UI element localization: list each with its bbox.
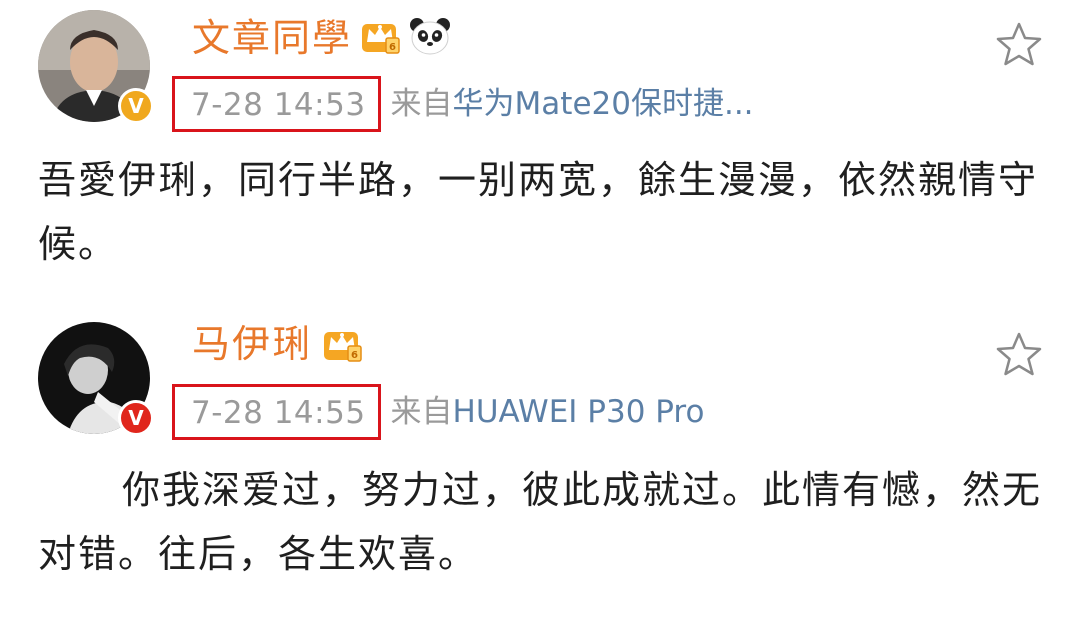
- crown-vip-icon[interactable]: 6: [322, 324, 362, 364]
- weibo-feed: V 文章同學 6 7-28 14:53 来自 华为Mate20保时捷... 吾愛…: [0, 0, 1080, 624]
- post-timestamp[interactable]: 7-28 14:55: [172, 384, 381, 440]
- avatar[interactable]: V: [38, 10, 154, 124]
- verified-badge-icon: V: [118, 400, 154, 436]
- verified-badge-icon: V: [118, 88, 154, 124]
- star-favorite-icon[interactable]: [994, 330, 1044, 380]
- source-device-link[interactable]: 华为Mate20保时捷...: [453, 84, 754, 124]
- user-badges: 6: [360, 16, 452, 56]
- post-meta: 7-28 14:55 来自 HUAWEI P30 Pro: [172, 384, 704, 440]
- post-content: 吾愛伊琍，同行半路，一别两宽，餘生漫漫，依然親情守候。: [38, 158, 1039, 266]
- crown-vip-icon[interactable]: 6: [360, 16, 400, 56]
- svg-text:6: 6: [351, 350, 358, 361]
- post-meta: 7-28 14:53 来自 华为Mate20保时捷...: [172, 76, 754, 132]
- username[interactable]: 文章同學: [192, 16, 352, 60]
- post-item: V 文章同學 6 7-28 14:53 来自 华为Mate20保时捷... 吾愛…: [0, 0, 1080, 300]
- avatar[interactable]: V: [38, 322, 154, 436]
- svg-text:6: 6: [389, 42, 396, 53]
- star-favorite-icon[interactable]: [994, 20, 1044, 70]
- panda-icon[interactable]: [408, 16, 452, 56]
- post-content: 你我深爱过，努力过，彼此成就过。此情有憾，然无对错。往后，各生欢喜。: [38, 468, 1043, 576]
- post-timestamp[interactable]: 7-28 14:53: [172, 76, 381, 132]
- source-prefix: 来自: [390, 394, 453, 430]
- post-item: V 马伊琍 6 7-28 14:55 来自 HUAWEI P30 Pro 你我深…: [0, 310, 1080, 624]
- user-badges: 6: [322, 324, 362, 364]
- source-device-link[interactable]: HUAWEI P30 Pro: [453, 392, 705, 432]
- username[interactable]: 马伊琍: [192, 322, 312, 366]
- source-prefix: 来自: [390, 86, 453, 122]
